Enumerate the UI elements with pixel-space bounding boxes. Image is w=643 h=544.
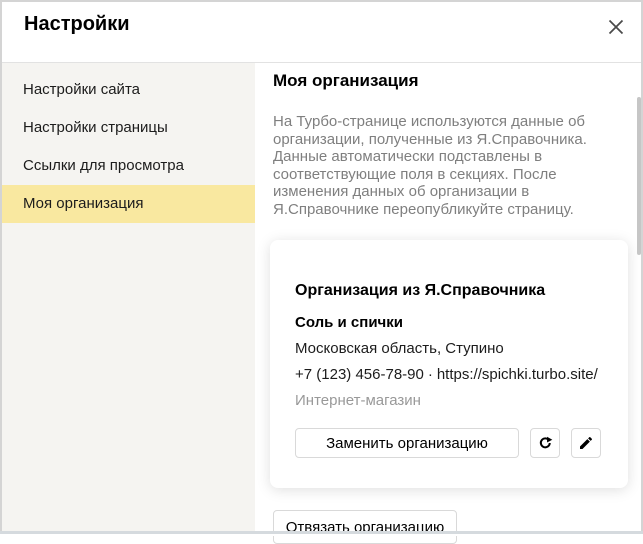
close-icon — [603, 14, 629, 40]
dialog-header: Настройки — [0, 0, 643, 62]
card-button-row: Заменить организацию — [295, 428, 604, 458]
sidebar-item-page-settings[interactable]: Настройки страницы — [0, 109, 255, 147]
sidebar-item-my-organization[interactable]: Моя организация — [0, 185, 255, 223]
organization-card: Организация из Я.Справочника Соль и спич… — [270, 240, 628, 488]
contact-separator: · — [424, 366, 437, 383]
sidebar-item-site-settings[interactable]: Настройки сайта — [0, 71, 255, 109]
replace-organization-button[interactable]: Заменить организацию — [295, 428, 519, 458]
sidebar-item-preview-links[interactable]: Ссылки для просмотра — [0, 147, 255, 185]
organization-contact: +7 (123) 456-78-90·https://spichki.turbo… — [295, 366, 604, 383]
pencil-icon — [578, 435, 594, 451]
organization-phone: +7 (123) 456-78-90 — [295, 366, 424, 383]
description-text: На Турбо-странице используются данные об… — [273, 113, 599, 218]
refresh-button[interactable] — [530, 428, 560, 458]
organization-address: Московская область, Ступино — [295, 340, 604, 357]
page-title: Моя организация — [255, 63, 643, 92]
organization-url: https://spichki.turbo.site/ — [437, 366, 598, 383]
organization-category: Интернет-магазин — [295, 392, 604, 409]
refresh-icon — [537, 435, 554, 452]
sidebar: Настройки сайта Настройки страницы Ссылк… — [0, 63, 255, 531]
content-panel: Моя организация На Турбо-странице исполь… — [255, 63, 643, 531]
organization-name: Соль и спички — [295, 314, 604, 331]
edit-button[interactable] — [571, 428, 601, 458]
card-title: Организация из Я.Справочника — [295, 282, 604, 300]
dialog-title: Настройки — [24, 13, 130, 36]
unlink-organization-button[interactable]: Отвязать организацию — [273, 510, 457, 544]
scrollbar-thumb[interactable] — [637, 97, 641, 255]
close-button[interactable] — [601, 12, 631, 42]
